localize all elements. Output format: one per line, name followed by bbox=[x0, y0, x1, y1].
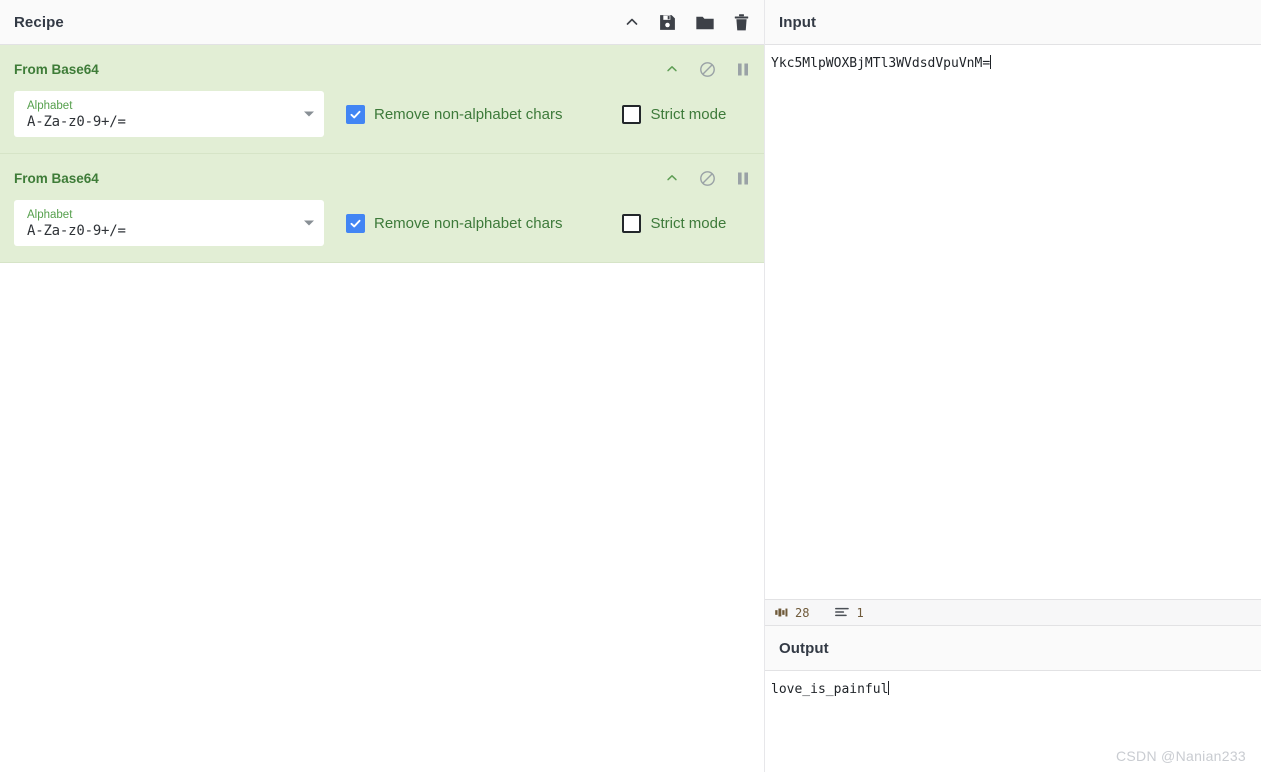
text-caret bbox=[888, 681, 890, 695]
alphabet-label: Alphabet bbox=[27, 99, 73, 112]
operation-actions bbox=[665, 170, 750, 187]
output-value: love_is_painful bbox=[771, 682, 889, 697]
checkbox-box-unchecked[interactable] bbox=[622, 213, 642, 233]
input-status-bar: 28 1 bbox=[765, 599, 1261, 626]
alphabet-value: A-Za-z0-9+/= bbox=[27, 222, 126, 239]
op-disable-icon[interactable] bbox=[699, 61, 716, 78]
lines-icon bbox=[835, 604, 850, 622]
remove-non-alphabet-label: Remove non-alphabet chars bbox=[374, 105, 563, 123]
operation-title: From Base64 bbox=[14, 170, 99, 186]
strict-mode-checkbox[interactable]: Strict mode bbox=[622, 213, 727, 233]
recipe-header-actions bbox=[624, 13, 750, 32]
op-disable-icon[interactable] bbox=[699, 170, 716, 187]
recipe-title: Recipe bbox=[14, 13, 64, 31]
op-breakpoint-icon[interactable] bbox=[736, 62, 750, 77]
op-breakpoint-icon[interactable] bbox=[736, 171, 750, 186]
recipe-header: Recipe bbox=[0, 0, 764, 45]
recipe-operation[interactable]: From Base64 Alphabet A-Za-z0-9+/= Remove… bbox=[0, 45, 764, 154]
operation-title: From Base64 bbox=[14, 61, 99, 77]
input-title: Input bbox=[779, 13, 817, 31]
alphabet-select[interactable]: Alphabet A-Za-z0-9+/= bbox=[14, 91, 324, 137]
alphabet-value: A-Za-z0-9+/= bbox=[27, 113, 126, 130]
alphabet-select[interactable]: Alphabet A-Za-z0-9+/= bbox=[14, 200, 324, 246]
strict-mode-label: Strict mode bbox=[650, 105, 727, 123]
recipe-operation[interactable]: From Base64 Alphabet A-Za-z0-9+/= Remove… bbox=[0, 154, 764, 263]
trash-icon[interactable] bbox=[733, 13, 750, 32]
collapse-icon[interactable] bbox=[624, 14, 640, 30]
chevron-down-icon[interactable] bbox=[304, 111, 314, 117]
save-recipe-icon[interactable] bbox=[658, 13, 677, 32]
op-collapse-icon[interactable] bbox=[665, 62, 679, 76]
cyberchef-app: Recipe From Base64 Alphabet A-Za-z0-9+/=… bbox=[0, 0, 1261, 772]
operation-actions bbox=[665, 61, 750, 78]
char-count-status: 28 bbox=[775, 604, 809, 622]
output-title: Output bbox=[779, 639, 829, 657]
operation-arguments: Alphabet A-Za-z0-9+/= Remove non-alphabe… bbox=[14, 200, 750, 246]
operation-header: From Base64 bbox=[14, 55, 750, 83]
remove-non-alphabet-checkbox[interactable]: Remove non-alphabet chars bbox=[346, 213, 563, 233]
input-header: Input bbox=[765, 0, 1261, 45]
checkbox-box-checked[interactable] bbox=[346, 104, 365, 124]
remove-non-alphabet-label: Remove non-alphabet chars bbox=[374, 214, 563, 232]
char-count-value: 28 bbox=[795, 605, 810, 620]
watermark: CSDN @Nanian233 bbox=[1116, 748, 1246, 764]
output-header: Output bbox=[765, 626, 1261, 671]
strict-mode-checkbox[interactable]: Strict mode bbox=[622, 104, 727, 124]
remove-non-alphabet-checkbox[interactable]: Remove non-alphabet chars bbox=[346, 104, 563, 124]
operation-arguments: Alphabet A-Za-z0-9+/= Remove non-alphabe… bbox=[14, 91, 750, 137]
op-collapse-icon[interactable] bbox=[665, 171, 679, 185]
input-value: Ykc5MlpWOXBjMTl3WVdsdVpuVnM= bbox=[771, 56, 991, 71]
line-count-value: 1 bbox=[856, 605, 864, 620]
text-caret bbox=[990, 55, 992, 69]
strict-mode-label: Strict mode bbox=[650, 214, 727, 232]
chevron-down-icon[interactable] bbox=[304, 220, 314, 226]
line-count-status: 1 bbox=[835, 604, 864, 622]
recipe-pane: Recipe From Base64 Alphabet A-Za-z0-9+/=… bbox=[0, 0, 765, 772]
folder-icon[interactable] bbox=[695, 13, 715, 32]
char-count-icon bbox=[775, 604, 788, 622]
checkbox-box-unchecked[interactable] bbox=[622, 104, 642, 124]
alphabet-label: Alphabet bbox=[27, 208, 73, 221]
input-section: Input Ykc5MlpWOXBjMTl3WVdsdVpuVnM= 28 1 bbox=[765, 0, 1261, 626]
input-textarea[interactable]: Ykc5MlpWOXBjMTl3WVdsdVpuVnM= bbox=[765, 45, 1261, 599]
operations-list: From Base64 Alphabet A-Za-z0-9+/= Remove… bbox=[0, 45, 764, 263]
checkbox-box-checked[interactable] bbox=[346, 213, 365, 233]
io-pane: Input Ykc5MlpWOXBjMTl3WVdsdVpuVnM= 28 1 … bbox=[765, 0, 1261, 772]
operation-header: From Base64 bbox=[14, 164, 750, 192]
